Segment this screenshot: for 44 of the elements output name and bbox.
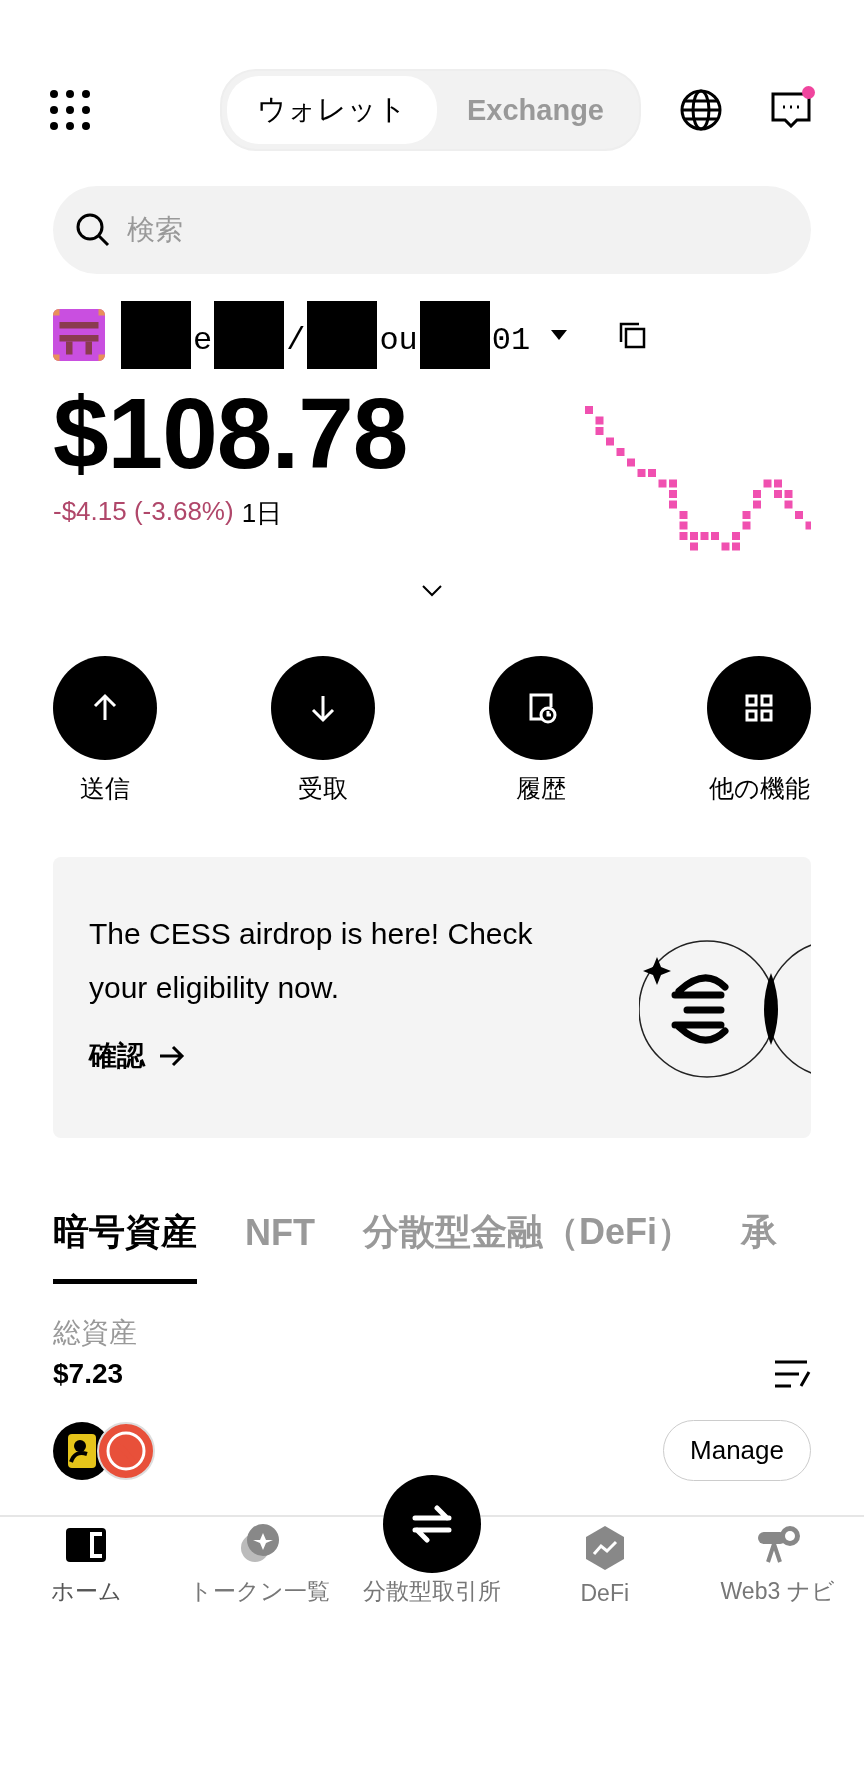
confirm-link[interactable]: 確認	[89, 1037, 145, 1075]
action-label: 受取	[298, 773, 348, 804]
manage-button[interactable]: Manage	[663, 1420, 811, 1481]
copy-icon[interactable]	[618, 321, 647, 349]
chevron-down-icon[interactable]	[421, 584, 443, 598]
redaction-block	[214, 301, 285, 369]
nav-tab[interactable]: Web3 ナビ	[720, 1518, 835, 1607]
chat-icon[interactable]	[771, 92, 811, 128]
redaction-block	[307, 301, 378, 369]
total-assets-label: 総資産	[53, 1316, 137, 1350]
account-name: ou	[378, 322, 419, 359]
account-name: /	[285, 322, 307, 359]
account-name: e	[192, 322, 214, 359]
balance-change: -$4.15 (-3.68%)	[53, 496, 234, 528]
redaction-block	[121, 301, 191, 369]
category-tab[interactable]: 分散型金融（DeFi）	[363, 1208, 693, 1284]
total-assets-value: $7.23	[53, 1358, 125, 1390]
arrow-right-icon	[159, 1045, 185, 1067]
avatar-icon	[53, 309, 105, 361]
category-tab[interactable]: 承	[741, 1208, 777, 1284]
account-name: 01	[490, 322, 532, 359]
menu-icon[interactable]	[50, 90, 90, 130]
nav-tab[interactable]: ホーム	[50, 1518, 122, 1607]
search-field[interactable]: 検索	[53, 186, 811, 274]
category-tab[interactable]: 暗号資産	[53, 1208, 197, 1284]
action-label: 履歴	[516, 773, 566, 804]
promo-banner[interactable]: The CESS airdrop is here! Check your eligibility now. 確認	[53, 857, 811, 1138]
search-icon	[75, 212, 111, 248]
segment-tab[interactable]: ウォレット	[227, 76, 437, 144]
nav-tab[interactable]: DeFi	[578, 1522, 631, 1607]
redaction-block	[419, 301, 490, 369]
token-icon	[97, 1421, 155, 1480]
banner-text: The CESS airdrop is here! Check your eligibility now.	[89, 916, 534, 1006]
action-label: 送信	[80, 773, 130, 804]
category-tab[interactable]: NFT	[245, 1208, 315, 1284]
nav-tab[interactable]: 分散型取引所	[363, 1576, 501, 1607]
period-label: 1日	[241, 497, 283, 530]
balance-amount: $108.78	[53, 376, 409, 491]
globe-icon[interactable]	[679, 88, 723, 132]
segment-tab[interactable]: Exchange	[437, 76, 634, 144]
caret-icon[interactable]	[550, 329, 569, 341]
action-label: 他の機能	[708, 773, 810, 804]
nav-tab[interactable]: トークン一覧	[188, 1518, 330, 1607]
sort-icon[interactable]	[773, 1358, 811, 1390]
